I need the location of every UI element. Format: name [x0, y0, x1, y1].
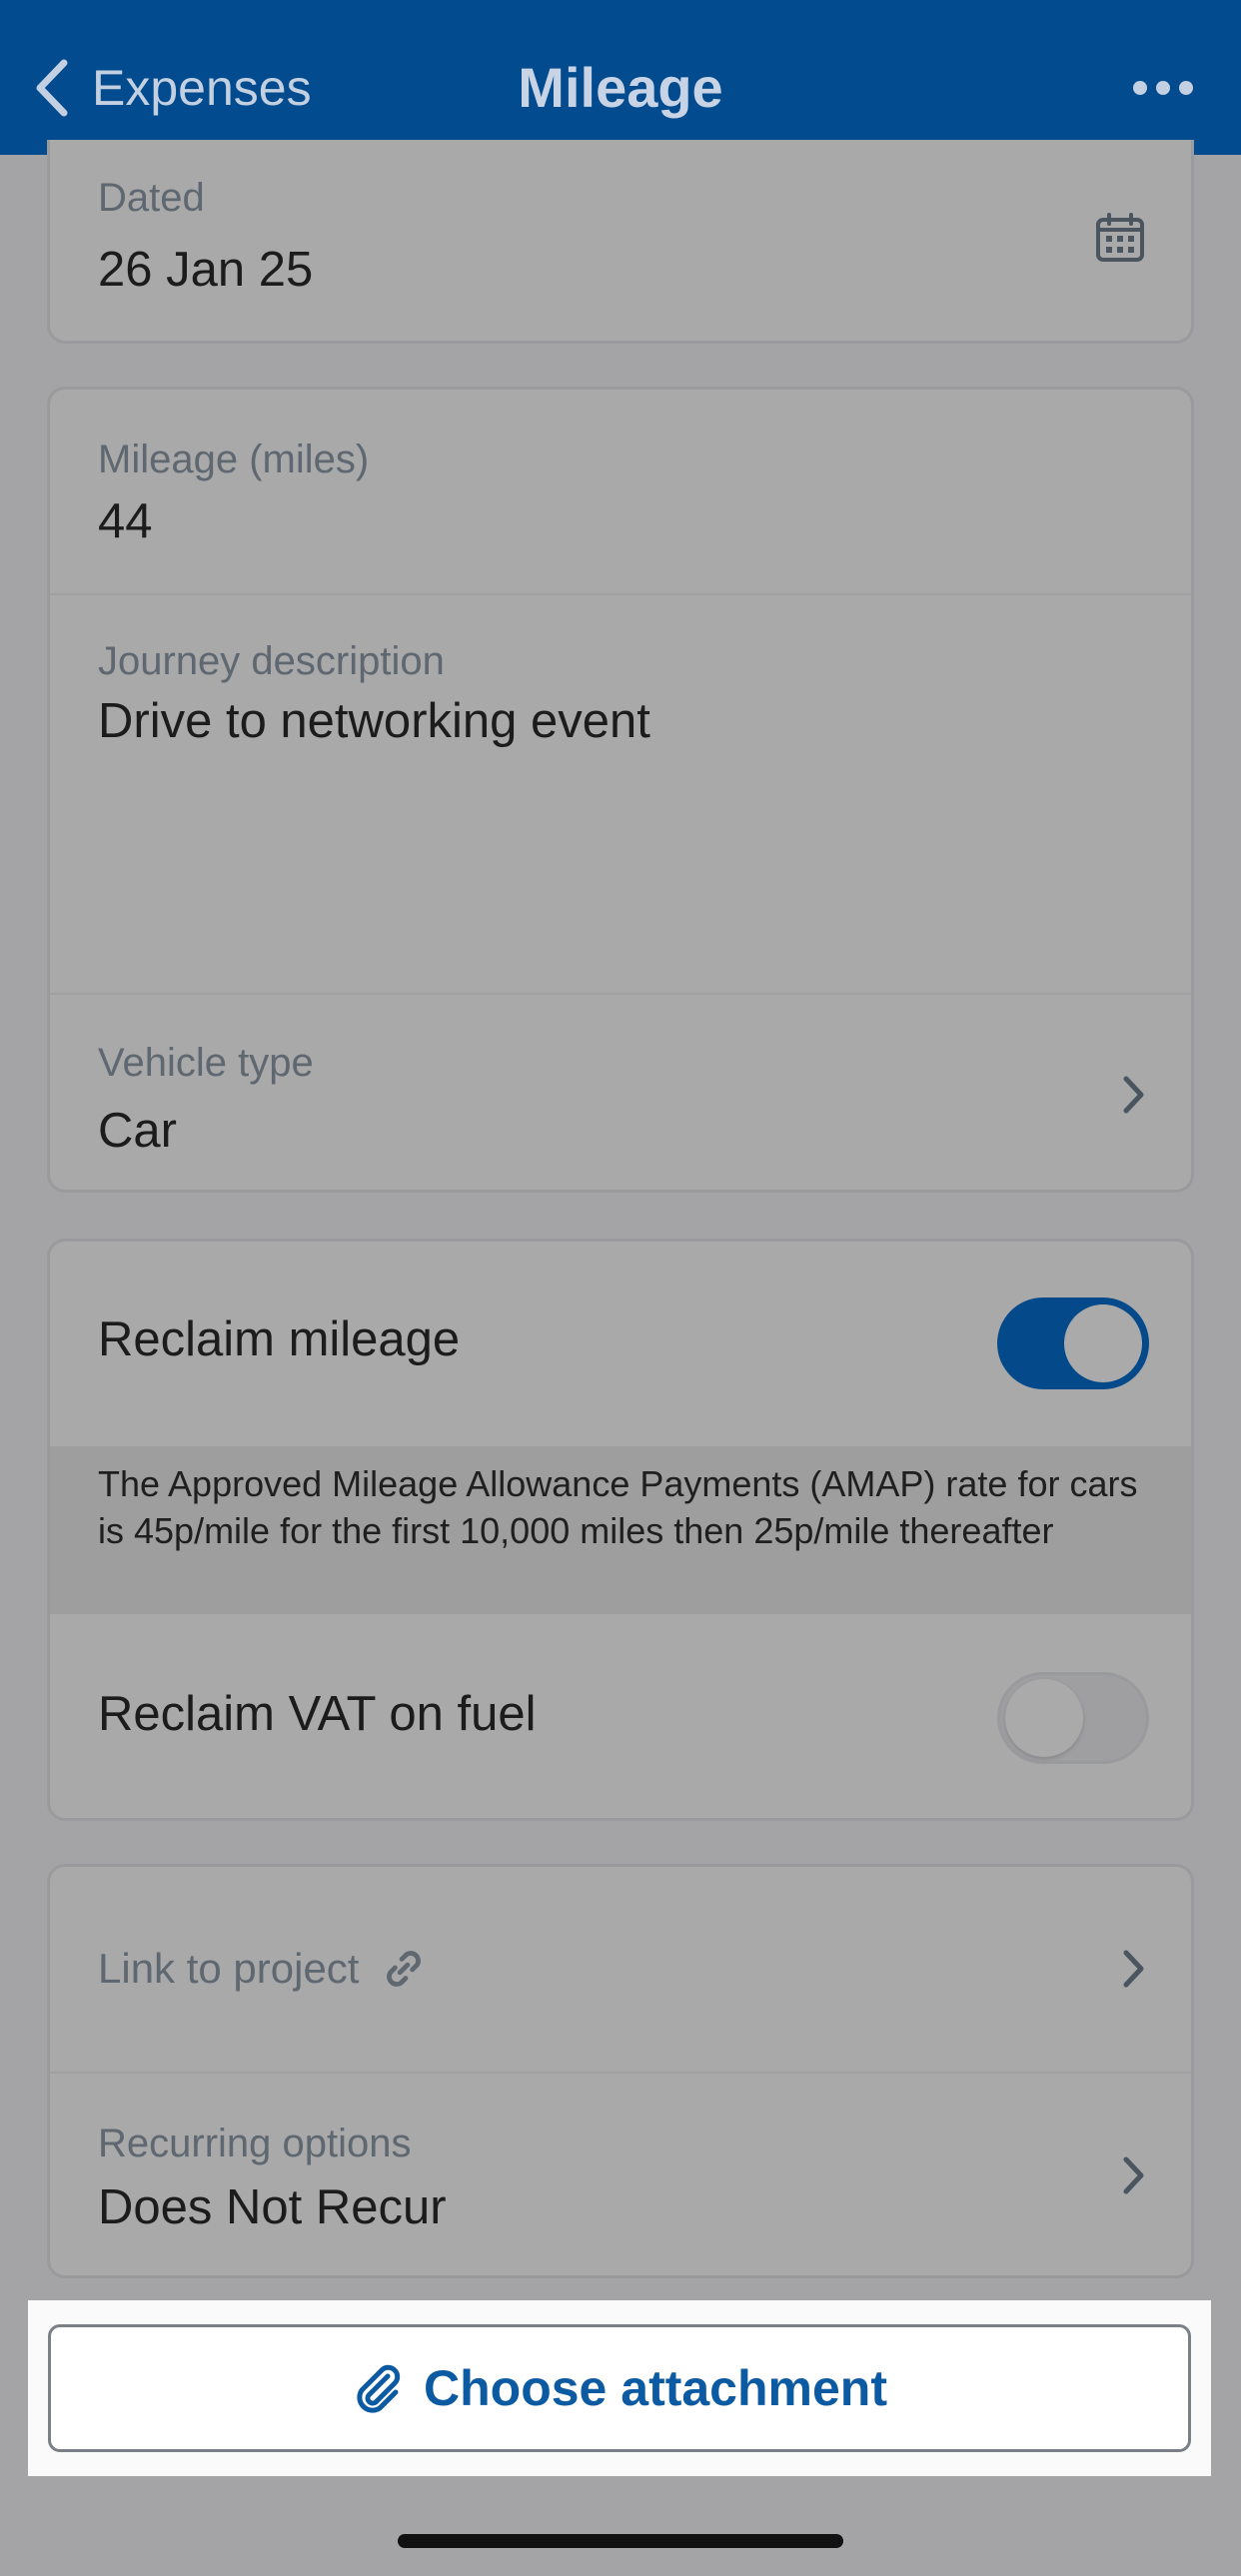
reclaim-card: Reclaim mileage The Approved Mileage All…	[47, 1239, 1194, 1821]
paperclip-icon	[357, 2364, 401, 2413]
vehicle-type-row[interactable]: Vehicle type Car	[50, 995, 1191, 1190]
recurring-options-row[interactable]: Recurring options Does Not Recur	[50, 2074, 1191, 2275]
reclaim-mileage-row: Reclaim mileage	[50, 1242, 1191, 1446]
reclaim-mileage-label: Reclaim mileage	[98, 1312, 461, 1366]
date-value: 26 Jan 25	[98, 243, 314, 297]
recurring-options-label: Recurring options	[98, 2122, 412, 2165]
home-indicator[interactable]	[398, 2534, 843, 2548]
reclaim-mileage-toggle[interactable]	[997, 1297, 1149, 1389]
reclaim-vat-row: Reclaim VAT on fuel	[50, 1614, 1191, 1818]
page-title: Mileage	[518, 56, 723, 119]
reclaim-vat-label: Reclaim VAT on fuel	[98, 1687, 537, 1741]
navigation-bar: Expenses Mileage	[0, 0, 1241, 155]
link-project-row[interactable]: Link to project	[50, 1867, 1191, 2074]
journey-value: Drive to networking event	[98, 694, 650, 748]
chevron-right-icon	[1120, 1075, 1146, 1115]
amap-info-text: The Approved Mileage Allowance Payments …	[50, 1446, 1191, 1614]
date-row[interactable]: Dated 26 Jan 25	[50, 140, 1191, 341]
attachment-panel: Choose attachment	[28, 2300, 1211, 2476]
choose-attachment-button[interactable]: Choose attachment	[48, 2324, 1191, 2452]
journey-row[interactable]: Journey description Drive to networking …	[50, 595, 1191, 995]
link-icon	[387, 1951, 422, 1987]
mileage-value: 44	[98, 494, 153, 548]
mileage-row[interactable]: Mileage (miles) 44	[50, 390, 1191, 595]
vehicle-type-label: Vehicle type	[98, 1041, 314, 1085]
reclaim-vat-toggle[interactable]	[997, 1672, 1149, 1764]
journey-label: Journey description	[98, 639, 445, 683]
chevron-right-icon	[1120, 1949, 1146, 1989]
link-project-label: Link to project	[98, 1945, 427, 1993]
date-label: Dated	[98, 176, 205, 220]
calendar-icon[interactable]	[1094, 212, 1146, 264]
choose-attachment-label: Choose attachment	[424, 2360, 887, 2416]
chevron-right-icon	[1120, 2155, 1146, 2195]
vehicle-type-value: Car	[98, 1104, 177, 1158]
journey-card: Mileage (miles) 44 Journey description D…	[47, 387, 1194, 1193]
date-card: Dated 26 Jan 25	[47, 140, 1194, 344]
options-card: Link to project Recurring options Does N…	[47, 1864, 1194, 2278]
ellipsis-icon[interactable]	[1133, 68, 1193, 108]
mileage-label: Mileage (miles)	[98, 437, 370, 481]
link-project-text: Link to project	[98, 1945, 360, 1992]
recurring-options-value: Does Not Recur	[98, 2180, 447, 2234]
